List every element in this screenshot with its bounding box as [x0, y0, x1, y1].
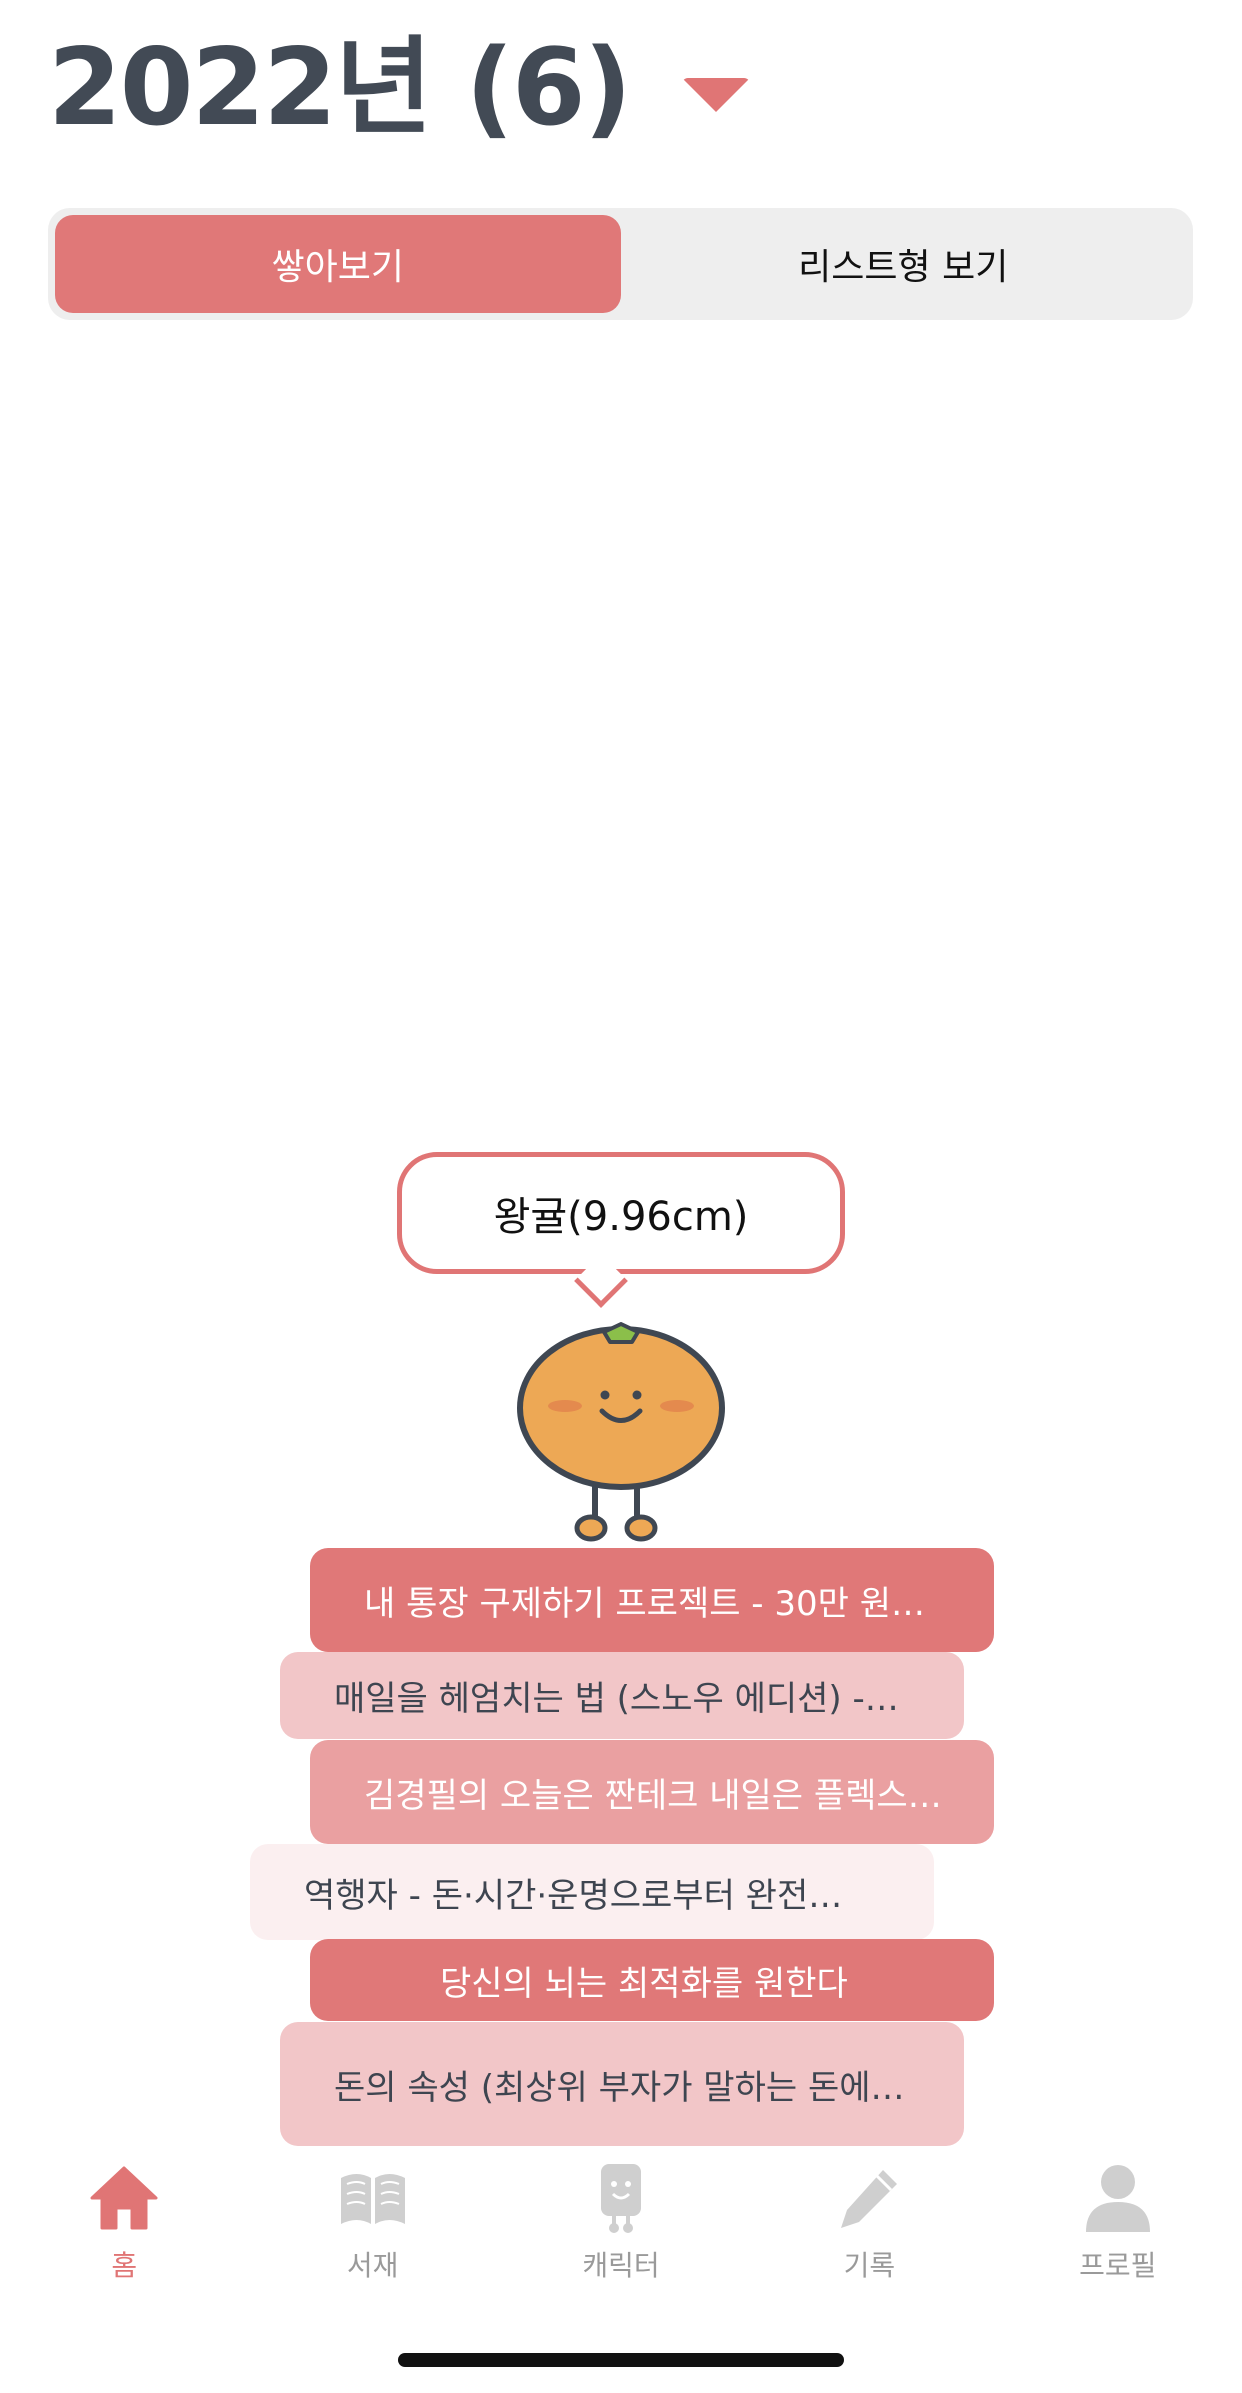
home-icon	[90, 2166, 158, 2230]
tab-label: 프로필	[1079, 2249, 1157, 2282]
tangerine-character-icon	[517, 1322, 725, 1542]
character-icon	[600, 2164, 641, 2233]
book-item[interactable]: 당신의 뇌는 최적화를 원한다	[310, 1939, 994, 2021]
speech-bubble: 왕귤(9.96cm)	[397, 1152, 845, 1274]
book-item[interactable]: 역행자 - 돈·시간·운명으로부터 완전…	[250, 1844, 934, 1940]
book-item[interactable]: 매일을 헤엄치는 법 (스노우 에디션) -…	[280, 1652, 964, 1739]
caret-down-icon[interactable]	[682, 78, 751, 113]
page-title: 2022년 (6)	[48, 26, 632, 149]
home-indicator[interactable]	[398, 2353, 844, 2367]
book-item[interactable]: 내 통장 구제하기 프로젝트 - 30만 원…	[310, 1548, 994, 1652]
stack-view-button[interactable]: 쌓아보기	[55, 215, 621, 313]
tab-label: 캐릭터	[582, 2249, 660, 2282]
book-item[interactable]: 돈의 속성 (최상위 부자가 말하는 돈에…	[280, 2022, 964, 2146]
year-selector[interactable]: 2022년 (6)	[48, 22, 751, 155]
tab-character[interactable]: 캐릭터	[497, 2160, 745, 2310]
list-view-button[interactable]: 리스트형 보기	[621, 215, 1187, 313]
tab-label: 서재	[346, 2249, 399, 2282]
tab-label: 기록	[843, 2249, 896, 2282]
tab-library[interactable]: 서재	[248, 2160, 496, 2310]
pencil-icon	[841, 2170, 898, 2228]
book-icon	[340, 2174, 405, 2224]
tab-profile[interactable]: 프로필	[994, 2160, 1242, 2310]
tab-record[interactable]: 기록	[745, 2160, 993, 2310]
profile-icon	[1085, 2165, 1150, 2232]
book-item[interactable]: 김경필의 오늘은 짠테크 내일은 플렉스…	[310, 1740, 994, 1844]
tab-label: 홈	[111, 2249, 138, 2282]
view-toggle: 쌓아보기 리스트형 보기	[48, 208, 1193, 320]
tab-home[interactable]: 홈	[0, 2160, 248, 2310]
tab-bar: 홈 서재 캐릭터 기록 프로필	[0, 2160, 1242, 2310]
